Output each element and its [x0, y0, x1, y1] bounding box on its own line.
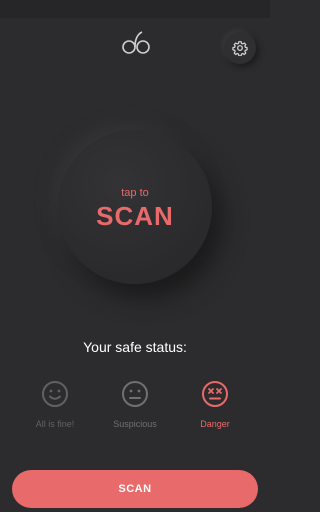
- status-option-suspicious[interactable]: Suspicious: [95, 380, 175, 429]
- status-bar: [0, 0, 270, 18]
- app-logo: [120, 28, 152, 56]
- status-option-fine[interactable]: All is fine!: [15, 380, 95, 429]
- gear-icon: [232, 41, 248, 56]
- dizzy-face-icon: [202, 381, 228, 407]
- status-option-label: All is fine!: [35, 419, 75, 429]
- status-option-danger[interactable]: Danger: [175, 380, 255, 429]
- scan-button[interactable]: SCAN: [12, 470, 258, 508]
- status-option-label: Danger: [200, 419, 230, 429]
- scan-circle-button[interactable]: tap to SCAN: [58, 130, 212, 284]
- neutral-face-icon: [122, 381, 148, 407]
- status-option-label: Suspicious: [113, 419, 157, 429]
- scan-main-label: SCAN: [96, 200, 174, 231]
- double-c-logo-icon: [122, 31, 150, 54]
- scan-sub-label: tap to: [121, 186, 149, 199]
- smile-face-icon: [42, 381, 68, 407]
- settings-button[interactable]: [224, 32, 256, 64]
- status-title: Your safe status:: [83, 339, 187, 355]
